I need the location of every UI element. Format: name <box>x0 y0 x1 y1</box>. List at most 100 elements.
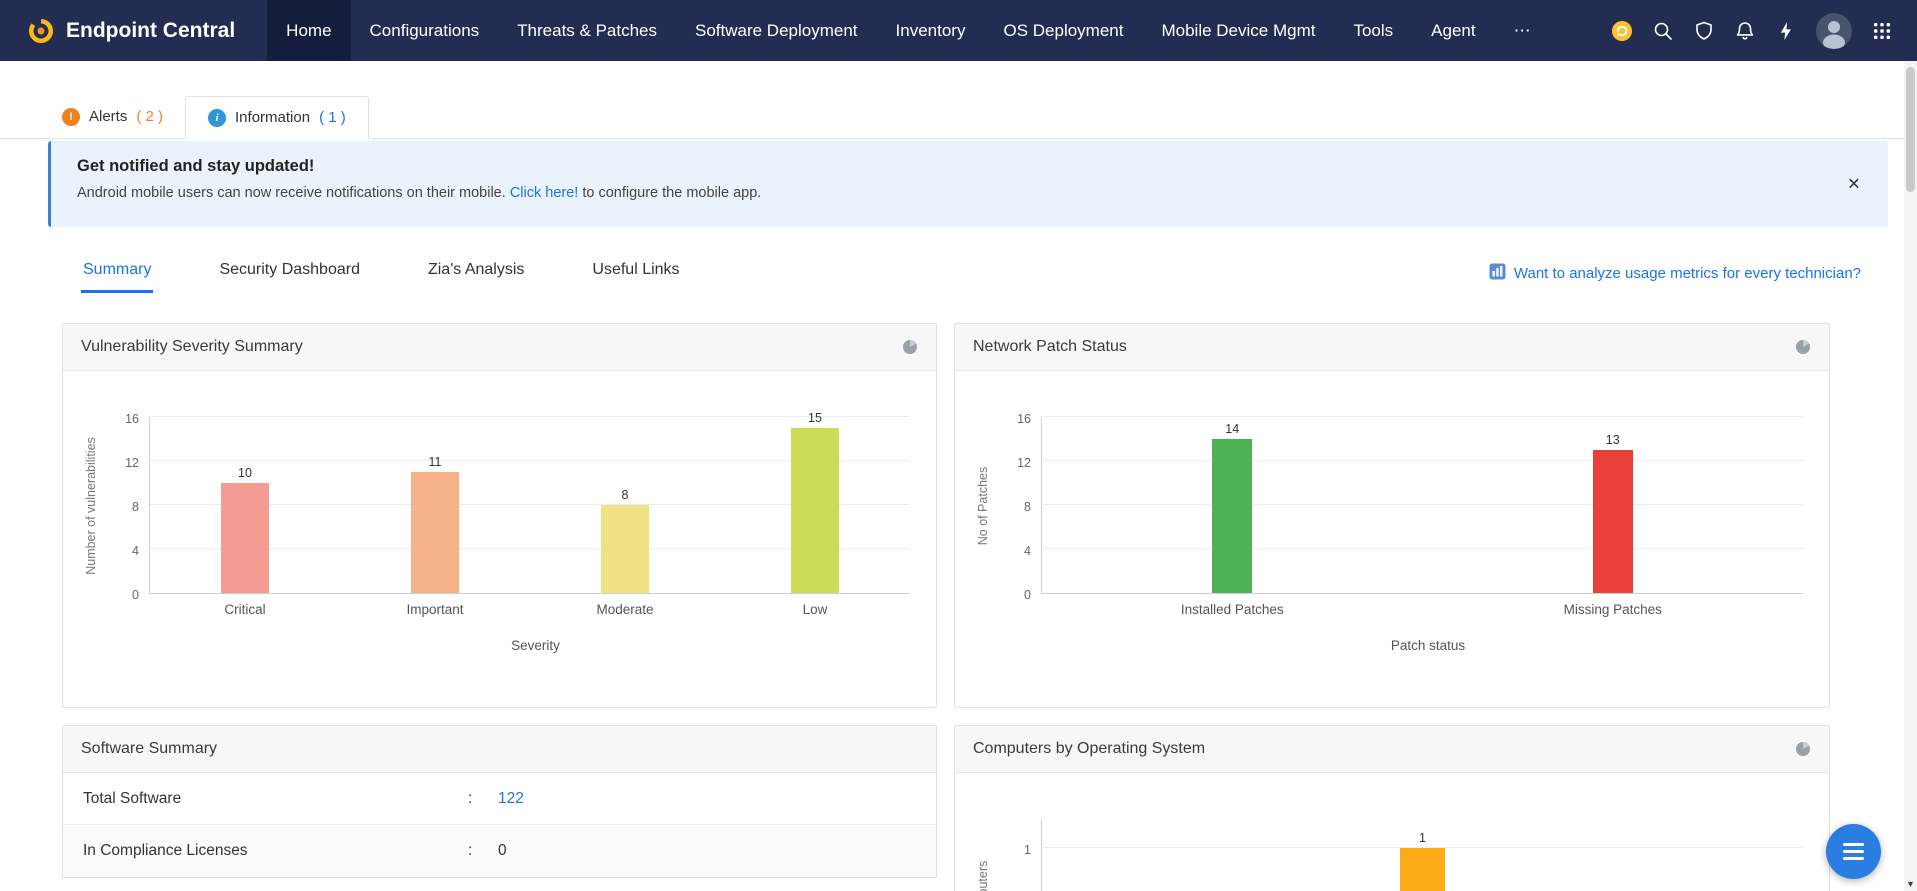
dashboard-tabs-row: Summary Security Dashboard Zia's Analysi… <box>62 253 1861 293</box>
x-category-label: Critical <box>224 602 265 617</box>
vertical-scrollbar[interactable]: ▼ <box>1904 61 1917 891</box>
gridline <box>1042 548 1803 549</box>
nav-item-tools[interactable]: Tools <box>1334 0 1412 61</box>
analyze-usage-icon <box>1489 263 1506 284</box>
bar[interactable] <box>1593 450 1633 593</box>
card-network-patch-status: Network Patch Status No of Patches 04812… <box>954 323 1830 708</box>
x-category-label: Missing Patches <box>1564 602 1662 617</box>
plot-area: 14Installed Patches 13Missing Patches <box>1041 417 1803 594</box>
card-software-summary: Software Summary Total Software : 122 In… <box>62 725 937 878</box>
card-title: Software Summary <box>81 740 217 758</box>
tab-alerts-label: Alerts <box>89 108 127 125</box>
scroll-down-arrow-icon[interactable]: ▼ <box>1904 879 1917 889</box>
bar[interactable] <box>221 483 269 593</box>
nav-item-threats-patches[interactable]: Threats & Patches <box>498 0 676 61</box>
brand-title: Endpoint Central <box>66 19 235 43</box>
tab-summary[interactable]: Summary <box>81 253 153 293</box>
row-separator: : <box>468 790 498 808</box>
bar-value-label: 15 <box>808 411 822 425</box>
software-summary-table: Total Software : 122 In Compliance Licen… <box>63 773 936 877</box>
total-software-count-link[interactable]: 122 <box>498 790 936 808</box>
search-icon[interactable] <box>1652 20 1674 42</box>
nav-item-software-deployment[interactable]: Software Deployment <box>676 0 877 61</box>
close-icon[interactable]: × <box>1848 174 1860 195</box>
page: Endpoint Central Home Configurations Thr… <box>0 0 1917 891</box>
quick-actions-lightning-icon[interactable] <box>1775 20 1797 42</box>
renewal-refresh-icon[interactable] <box>1611 20 1633 42</box>
row-label: In Compliance Licenses <box>83 842 468 860</box>
bar-value-label: 8 <box>622 488 629 502</box>
tab-useful-links[interactable]: Useful Links <box>590 253 681 293</box>
usage-metrics-link[interactable]: Want to analyze usage metrics for every … <box>1489 263 1861 284</box>
card-header: Computers by Operating System <box>955 726 1829 773</box>
bar[interactable] <box>791 428 839 593</box>
y-tick-label: 8 <box>132 500 139 514</box>
in-compliance-count: 0 <box>498 842 936 860</box>
bar-group-moderate: 8Moderate <box>601 488 649 593</box>
tab-zias-analysis[interactable]: Zia's Analysis <box>426 253 526 293</box>
gridline <box>1042 460 1803 461</box>
tab-information-label: Information <box>235 109 310 126</box>
info-icon: i <box>208 109 226 127</box>
y-tick-label: 16 <box>1017 412 1031 426</box>
card-computers-by-operating-system: Computers by Operating System No of Comp… <box>954 725 1830 891</box>
tab-security-dashboard[interactable]: Security Dashboard <box>217 253 362 293</box>
vulnerability-bar-chart: Number of vulnerabilities 0481216 10Crit… <box>77 417 910 594</box>
notifications-bell-icon[interactable] <box>1734 20 1756 42</box>
card-title: Network Patch Status <box>973 338 1127 356</box>
quick-menu-fab[interactable] <box>1826 824 1881 879</box>
apps-grid-icon[interactable] <box>1871 20 1893 42</box>
bar-group-installed-patches: 14Installed Patches <box>1212 422 1252 593</box>
y-tick-label: 12 <box>125 456 139 470</box>
x-category-label: Installed Patches <box>1181 602 1284 617</box>
scrollbar-thumb[interactable] <box>1906 67 1915 192</box>
dashboard-tabs: Summary Security Dashboard Zia's Analysi… <box>62 253 682 293</box>
user-avatar[interactable] <box>1816 13 1852 49</box>
tab-alerts[interactable]: ! Alerts ( 2 ) <box>40 95 185 138</box>
dashboard-cards: Vulnerability Severity Summary Number of… <box>62 323 1830 891</box>
table-row-in-compliance-licenses: In Compliance Licenses : 0 <box>63 825 936 877</box>
y-axis-label: Number of vulnerabilities <box>84 437 98 575</box>
bar[interactable] <box>1212 439 1252 593</box>
shield-icon[interactable] <box>1693 20 1715 42</box>
pie-chart-icon[interactable] <box>1795 741 1811 757</box>
row-separator: : <box>468 842 498 860</box>
bar[interactable] <box>1400 848 1445 891</box>
nav-item-mobile-device-mgmt[interactable]: Mobile Device Mgmt <box>1142 0 1334 61</box>
banner-click-here-link[interactable]: Click here! <box>510 185 579 201</box>
alert-tabs-bar: ! Alerts ( 2 ) i Information ( 1 ) <box>0 95 1917 139</box>
y-tick-label: 0 <box>132 588 139 602</box>
nav-item-inventory[interactable]: Inventory <box>877 0 985 61</box>
y-axis: No of Computers 1 <box>969 819 1041 891</box>
bar-value-label: 13 <box>1606 433 1620 447</box>
endpoint-central-logo-icon <box>28 18 54 44</box>
y-tick-label: 1 <box>1024 843 1031 857</box>
nav-item-agent[interactable]: Agent <box>1412 0 1494 61</box>
y-tick-label: 4 <box>1024 544 1031 558</box>
y-axis: No of Patches 0481216 <box>969 417 1041 594</box>
nav-item-configurations[interactable]: Configurations <box>351 0 499 61</box>
plot-area: 1 <box>1041 819 1803 891</box>
nav-item-home[interactable]: Home <box>267 0 350 61</box>
bar-value-label: 14 <box>1225 422 1239 436</box>
nav-item-os-deployment[interactable]: OS Deployment <box>984 0 1142 61</box>
y-axis-label: No of Patches <box>976 466 990 545</box>
card-header: Software Summary <box>63 726 936 773</box>
row-label: Total Software <box>83 790 468 808</box>
pie-chart-icon[interactable] <box>902 339 918 355</box>
card-vulnerability-severity-summary: Vulnerability Severity Summary Number of… <box>62 323 937 708</box>
hamburger-icon <box>1843 843 1864 846</box>
bar[interactable] <box>411 472 459 593</box>
bar-value-label: 1 <box>1419 831 1426 845</box>
y-tick-label: 8 <box>1024 500 1031 514</box>
main-nav: Home Configurations Threats & Patches So… <box>267 0 1611 61</box>
nav-item-more-ellipsis[interactable]: ⋯ <box>1495 0 1550 61</box>
bar[interactable] <box>601 505 649 593</box>
x-axis-label: Patch status <box>955 638 1829 653</box>
card-header: Network Patch Status <box>955 324 1829 371</box>
tab-alerts-count: ( 2 ) <box>136 108 163 125</box>
tab-information[interactable]: i Information ( 1 ) <box>185 96 369 139</box>
plot-area: 10Critical11Important8Moderate15Low <box>149 417 910 594</box>
pie-chart-icon[interactable] <box>1795 339 1811 355</box>
bar-group-missing-patches: 13Missing Patches <box>1593 433 1633 593</box>
